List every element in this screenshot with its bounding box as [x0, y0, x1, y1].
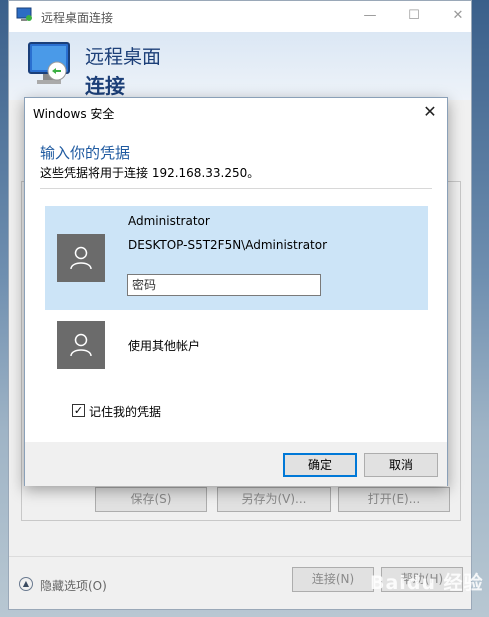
save-as-button[interactable]: 另存为(V)...	[217, 487, 331, 512]
dialog-subtitle: 这些凭据将用于连接 192.168.33.250。	[40, 166, 260, 180]
windows-security-dialog: Windows 安全 ✕ 输入你的凭据 这些凭据将用于连接 192.168.33…	[24, 97, 448, 486]
hide-options-link[interactable]: 隐藏选项(O)	[40, 577, 107, 594]
rdp-titlebar: 远程桌面连接 — ☐ ✕	[9, 1, 471, 32]
remember-label[interactable]: 记住我的凭据	[89, 403, 161, 420]
footer-divider	[9, 556, 471, 557]
account-name: Administrator	[128, 214, 210, 228]
save-button[interactable]: 保存(S)	[95, 487, 207, 512]
dialog-title: Windows 安全	[33, 107, 115, 121]
close-icon[interactable]: ✕	[421, 102, 439, 121]
maximize-icon[interactable]: ☐	[405, 7, 423, 25]
minimize-icon[interactable]: —	[361, 7, 379, 25]
user-avatar-icon	[57, 234, 105, 282]
selected-account-tile[interactable]: Administrator DESKTOP-S5T2F5N\Administra…	[45, 206, 428, 310]
chevron-up-icon[interactable]: ▲	[19, 577, 33, 591]
close-icon[interactable]: ✕	[449, 7, 467, 25]
connect-button[interactable]: 连接(N)	[292, 567, 374, 592]
account-domain-user: DESKTOP-S5T2F5N\Administrator	[128, 238, 328, 252]
rdp-window-title: 远程桌面连接	[41, 11, 114, 25]
rdp-header-line2: 连接	[85, 74, 125, 98]
ok-button[interactable]: 确定	[283, 453, 357, 477]
heading-divider	[40, 188, 432, 189]
user-avatar-icon[interactable]	[57, 321, 105, 369]
dialog-footer: 确定 取消	[25, 442, 447, 486]
cancel-button[interactable]: 取消	[364, 453, 438, 477]
dialog-heading: 输入你的凭据	[40, 144, 131, 162]
checkbox-check-icon: ✓	[73, 404, 84, 417]
open-button[interactable]: 打开(E)...	[338, 487, 450, 512]
rdp-app-icon	[16, 7, 32, 21]
rdp-header-line1: 远程桌面	[85, 46, 162, 68]
password-input[interactable]	[127, 274, 321, 296]
other-account-option[interactable]: 使用其他帐户	[128, 337, 200, 354]
rdp-logo-icon	[28, 42, 70, 84]
remember-checkbox[interactable]: ✓	[72, 404, 85, 417]
watermark: Baidu 经验	[370, 572, 484, 594]
rdp-header-banner: 远程桌面 连接	[9, 32, 471, 100]
